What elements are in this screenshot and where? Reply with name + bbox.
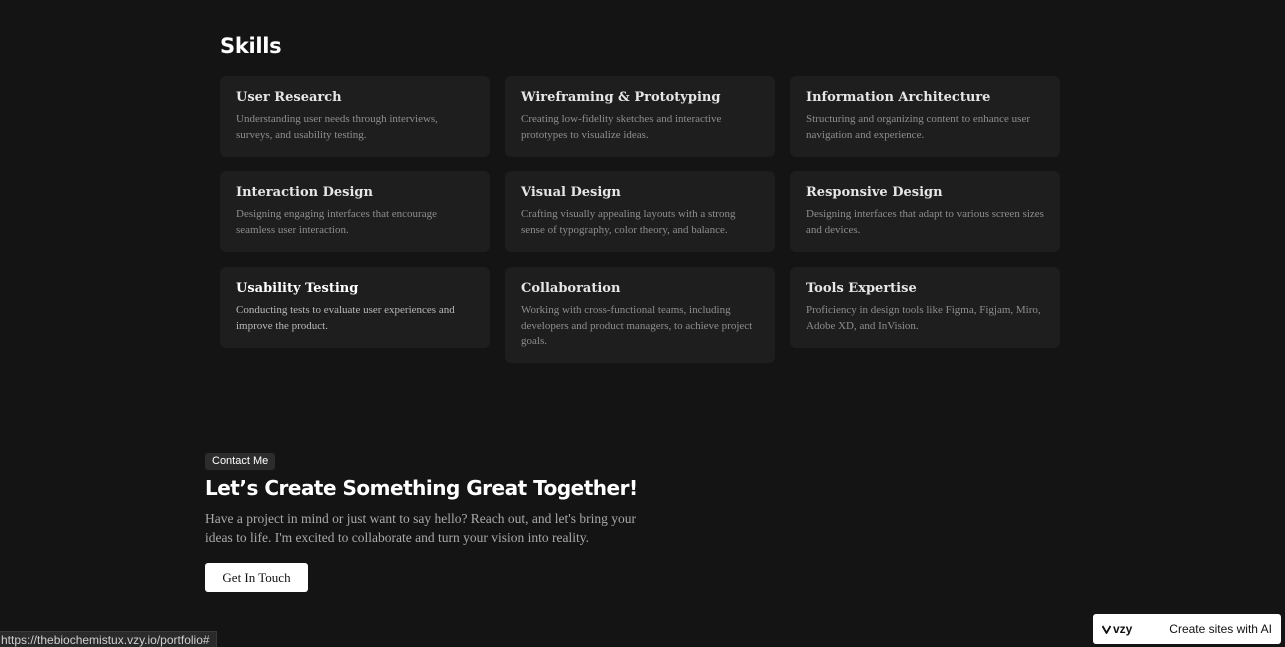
skill-description: Designing interfaces that adapt to vario… (806, 208, 1044, 236)
skill-description: Structuring and organizing content to en… (806, 113, 1031, 141)
skill-title: Tools Expertise (806, 281, 917, 296)
skills-heading: Skills (220, 34, 282, 58)
contact-description: Have a project in mind or just want to s… (205, 511, 636, 545)
skill-title: Wireframing & Prototyping (521, 90, 721, 105)
skill-description: Crafting visually appealing layouts with… (521, 208, 736, 236)
vzy-badge[interactable]: vzy Create sites with AI (1093, 614, 1281, 644)
skill-card-wireframing-prototyping: Wireframing & Prototyping Creating low-f… (505, 76, 775, 157)
skill-title: Usability Testing (236, 281, 359, 296)
skill-description: Designing engaging interfaces that encou… (236, 208, 437, 236)
skill-title: Collaboration (521, 281, 621, 296)
get-in-touch-button[interactable]: Get In Touch (205, 563, 308, 592)
skill-card-responsive-design: Responsive Design Designing interfaces t… (790, 171, 1060, 252)
vzy-logo: vzy (1102, 622, 1132, 636)
skill-card-interaction-design: Interaction Design Designing engaging in… (220, 171, 490, 252)
skill-card-collaboration: Collaboration Working with cross-functio… (505, 267, 775, 363)
skill-card-user-research: User Research Understanding user needs t… (220, 76, 490, 157)
create-sites-with-ai-link: Create sites with AI (1169, 622, 1272, 636)
skill-title: Information Architecture (806, 90, 991, 105)
skill-title: Responsive Design (806, 185, 943, 200)
skill-title: Interaction Design (236, 185, 373, 200)
vzy-logo-text: vzy (1113, 622, 1133, 636)
skill-description: Creating low-fidelity sketches and inter… (521, 113, 722, 141)
contact-heading: Let’s Create Something Great Together! (205, 476, 638, 500)
skill-card-usability-testing: Usability Testing Conducting tests to ev… (220, 267, 490, 348)
skill-card-information-architecture: Information Architecture Structuring and… (790, 76, 1060, 157)
skill-card-visual-design: Visual Design Crafting visually appealin… (505, 171, 775, 252)
skill-description: Proficiency in design tools like Figma, … (806, 304, 1041, 332)
status-bar-url: https://thebiochemistux.vzy.io/portfolio… (0, 631, 217, 647)
skill-title: User Research (236, 90, 342, 105)
vzy-logo-icon (1102, 625, 1111, 634)
skill-description: Understanding user needs through intervi… (236, 113, 438, 141)
skill-title: Visual Design (521, 185, 621, 200)
skill-description: Working with cross-functional teams, inc… (521, 304, 753, 347)
skill-description: Conducting tests to evaluate user experi… (236, 304, 455, 332)
skill-card-tools-expertise: Tools Expertise Proficiency in design to… (790, 267, 1060, 348)
contact-badge: Contact Me (205, 453, 276, 470)
